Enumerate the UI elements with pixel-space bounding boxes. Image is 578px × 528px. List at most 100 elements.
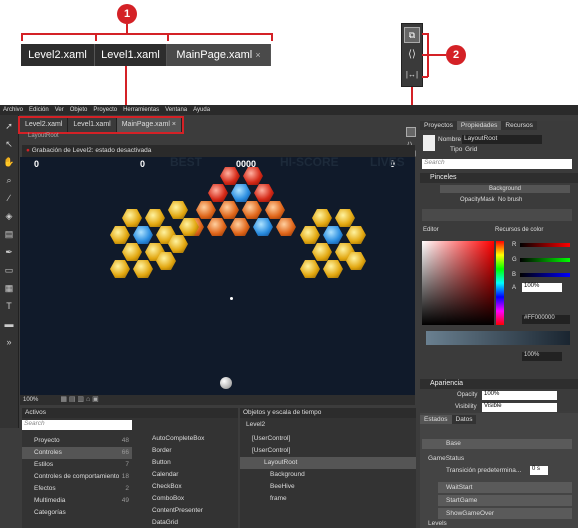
pen-icon[interactable]: ✒ bbox=[2, 245, 16, 259]
object-tree-item[interactable]: LayoutRoot bbox=[240, 457, 416, 469]
design-view-icon[interactable]: ⧉ bbox=[404, 27, 420, 43]
tab-level2[interactable]: Level2.xaml bbox=[20, 118, 69, 132]
direct-select-icon[interactable]: ↖ bbox=[2, 137, 16, 151]
gradient-bar[interactable] bbox=[426, 331, 570, 345]
appearance-title: Apariencia bbox=[430, 380, 464, 387]
r-slider[interactable] bbox=[520, 243, 570, 247]
menu-herramientas[interactable]: Herramientas bbox=[123, 105, 159, 115]
object-tree-item[interactable]: frame bbox=[240, 493, 416, 505]
control-item[interactable]: AutoCompleteBox bbox=[140, 433, 238, 445]
game-artboard[interactable]: 0 0 0000 0 BEST HI-SCORE LIVES bbox=[20, 157, 415, 395]
control-item[interactable]: Calendar bbox=[140, 469, 238, 481]
assets-search[interactable]: Search bbox=[22, 420, 132, 430]
zoom2-value[interactable]: 100% bbox=[522, 352, 562, 361]
pan-icon[interactable]: ✋ bbox=[2, 155, 16, 169]
state-item[interactable]: StartGame bbox=[438, 495, 572, 506]
control-item[interactable]: DataGrid bbox=[140, 517, 238, 528]
hex-tile bbox=[207, 218, 227, 236]
asset-category[interactable]: Efectos 2 bbox=[22, 483, 132, 495]
layout-icon[interactable]: ▦ bbox=[2, 281, 16, 295]
asset-category[interactable]: Controles de comportamiento 18 bbox=[22, 471, 132, 483]
zoom-tab-level1[interactable]: Level1.xaml bbox=[95, 44, 167, 66]
control-item[interactable]: Border bbox=[140, 445, 238, 457]
menu-archivo[interactable]: Archivo bbox=[3, 105, 23, 115]
menu-proyecto[interactable]: Proyecto bbox=[93, 105, 117, 115]
paint-bucket-icon[interactable]: ◈ bbox=[2, 209, 16, 223]
color-picker[interactable] bbox=[422, 241, 494, 325]
visibility-select[interactable]: Visible bbox=[482, 403, 557, 412]
brushes-header[interactable]: Pinceles bbox=[420, 173, 578, 183]
type-label: Tipo bbox=[450, 146, 463, 153]
hex-value[interactable]: #FF000000 bbox=[522, 315, 570, 324]
menu-edicion[interactable]: Edición bbox=[29, 105, 49, 115]
zoom-tab-mainpage[interactable]: MainPage.xaml × bbox=[167, 44, 271, 66]
tab-recursos[interactable]: Recursos bbox=[501, 121, 537, 130]
xaml-view-icon[interactable]: ⟨⟩ bbox=[404, 47, 420, 63]
asset-controls: AutoCompleteBox Border Button Calendar Check… bbox=[140, 433, 238, 528]
name-label: Nombre bbox=[438, 136, 462, 143]
asset-category[interactable]: Controles 66 bbox=[22, 447, 132, 459]
close-icon[interactable]: × bbox=[172, 121, 176, 128]
more-tools-icon[interactable]: » bbox=[2, 335, 16, 349]
zoom-tab-level2[interactable]: Level2.xaml bbox=[21, 44, 95, 66]
asset-category[interactable]: Proyecto 48 bbox=[22, 435, 132, 447]
controls-icon[interactable]: ▬ bbox=[2, 317, 16, 331]
control-item[interactable]: ComboBox bbox=[140, 493, 238, 505]
state-levels[interactable]: Levels bbox=[428, 520, 447, 527]
hue-slider[interactable] bbox=[496, 241, 504, 325]
object-tree-item[interactable]: [UserControl] bbox=[240, 445, 416, 457]
menu-ver[interactable]: Ver bbox=[55, 105, 64, 115]
menu-ventana[interactable]: Ventana bbox=[165, 105, 187, 115]
state-base[interactable]: Base bbox=[422, 439, 572, 449]
asset-category[interactable]: Multimedia 49 bbox=[22, 495, 132, 507]
tab-proyectos[interactable]: Proyectos bbox=[420, 121, 457, 130]
text-icon[interactable]: T bbox=[2, 299, 16, 313]
state-item[interactable]: ShowGameOver bbox=[438, 508, 572, 519]
gradient-icon[interactable]: ▤ bbox=[2, 227, 16, 241]
name-field[interactable]: LayoutRoot bbox=[462, 135, 542, 144]
state-item[interactable]: WaitStart bbox=[438, 482, 572, 493]
close-icon[interactable]: × bbox=[255, 50, 260, 60]
tab-estados[interactable]: Estados bbox=[420, 415, 452, 424]
object-tree-item[interactable]: Background bbox=[240, 469, 416, 481]
control-item[interactable]: Button bbox=[140, 457, 238, 469]
eyedropper-icon[interactable]: ∕ bbox=[2, 191, 16, 205]
design-view-icon[interactable] bbox=[406, 127, 416, 137]
menu-ayuda[interactable]: Ayuda bbox=[193, 105, 210, 115]
recording-indicator[interactable]: ● Grabación de Level2: estado desactivad… bbox=[22, 145, 415, 157]
opacity-value[interactable]: 100% bbox=[482, 391, 557, 400]
b-slider[interactable] bbox=[520, 273, 570, 277]
menu-objeto[interactable]: Objeto bbox=[70, 105, 88, 115]
control-item[interactable]: CheckBox bbox=[140, 481, 238, 493]
properties-search[interactable]: Search bbox=[422, 159, 572, 169]
background-brush-row[interactable]: Background bbox=[440, 185, 570, 193]
appearance-header[interactable]: Apariencia bbox=[420, 379, 578, 389]
tab-mainpage[interactable]: MainPage.xaml × bbox=[116, 118, 183, 132]
shooter-ball[interactable] bbox=[220, 377, 232, 389]
tab-propiedades[interactable]: Propiedades bbox=[456, 121, 502, 130]
a-value[interactable]: 100% bbox=[522, 283, 562, 292]
zoom-icon[interactable]: ⌕ bbox=[2, 173, 16, 187]
grid-icon[interactable]: ▦ ▤ ▥ ⌂ ▣ bbox=[60, 396, 98, 403]
state-group[interactable]: GameStatus bbox=[428, 455, 464, 462]
hex-tile bbox=[312, 209, 332, 227]
transition-value[interactable]: 0 s bbox=[530, 466, 548, 475]
rectangle-icon[interactable]: ▭ bbox=[2, 263, 16, 277]
asset-category[interactable]: Categorías bbox=[22, 507, 132, 519]
selection-icon[interactable]: ➚ bbox=[2, 119, 16, 133]
callout2-tick bbox=[422, 76, 428, 78]
object-tree-item[interactable]: BeeHive bbox=[240, 481, 416, 493]
split-view-icon[interactable]: |↔| bbox=[404, 67, 420, 83]
asset-category[interactable]: Estilos 7 bbox=[22, 459, 132, 471]
object-tree-item[interactable]: [UserControl] bbox=[240, 433, 416, 445]
tab-datos[interactable]: Datos bbox=[451, 415, 477, 424]
callout2-tick bbox=[422, 33, 428, 35]
hex-tile bbox=[323, 260, 343, 278]
brush-type-buttons[interactable] bbox=[422, 209, 572, 221]
tab-level1[interactable]: Level1.xaml bbox=[68, 118, 117, 132]
g-slider[interactable] bbox=[520, 258, 570, 262]
zoom-level[interactable]: 100% bbox=[23, 397, 38, 403]
control-item[interactable]: ContentPresenter bbox=[140, 505, 238, 517]
breadcrumb[interactable]: LayoutRoot bbox=[28, 133, 59, 139]
objects-level[interactable]: Level2 bbox=[246, 421, 265, 428]
